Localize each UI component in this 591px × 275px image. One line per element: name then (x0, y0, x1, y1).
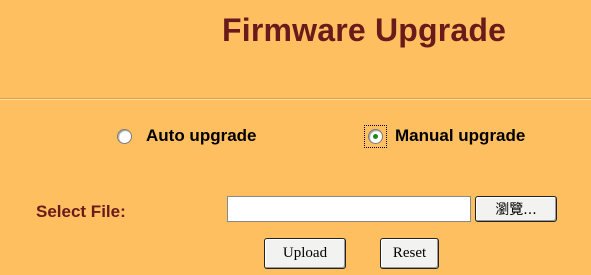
manual-upgrade-focus-ring (364, 124, 387, 148)
file-path-input[interactable] (227, 196, 471, 222)
manual-upgrade-label[interactable]: Manual upgrade (395, 126, 525, 146)
header-divider (0, 98, 591, 100)
page-title: Firmware Upgrade (222, 12, 507, 48)
auto-upgrade-option[interactable]: Auto upgrade (117, 124, 257, 148)
auto-upgrade-label[interactable]: Auto upgrade (146, 126, 257, 146)
reset-button[interactable]: Reset (380, 238, 439, 269)
upload-button[interactable]: Upload (264, 238, 346, 269)
select-file-label: Select File: (36, 202, 126, 221)
firmware-upgrade-page: Firmware Upgrade Auto upgrade Manual upg… (0, 0, 591, 275)
manual-upgrade-radio[interactable] (368, 128, 383, 144)
browse-button[interactable]: 瀏覽... (475, 196, 557, 222)
manual-upgrade-option[interactable]: Manual upgrade (364, 124, 525, 148)
auto-upgrade-radio[interactable] (117, 128, 132, 144)
